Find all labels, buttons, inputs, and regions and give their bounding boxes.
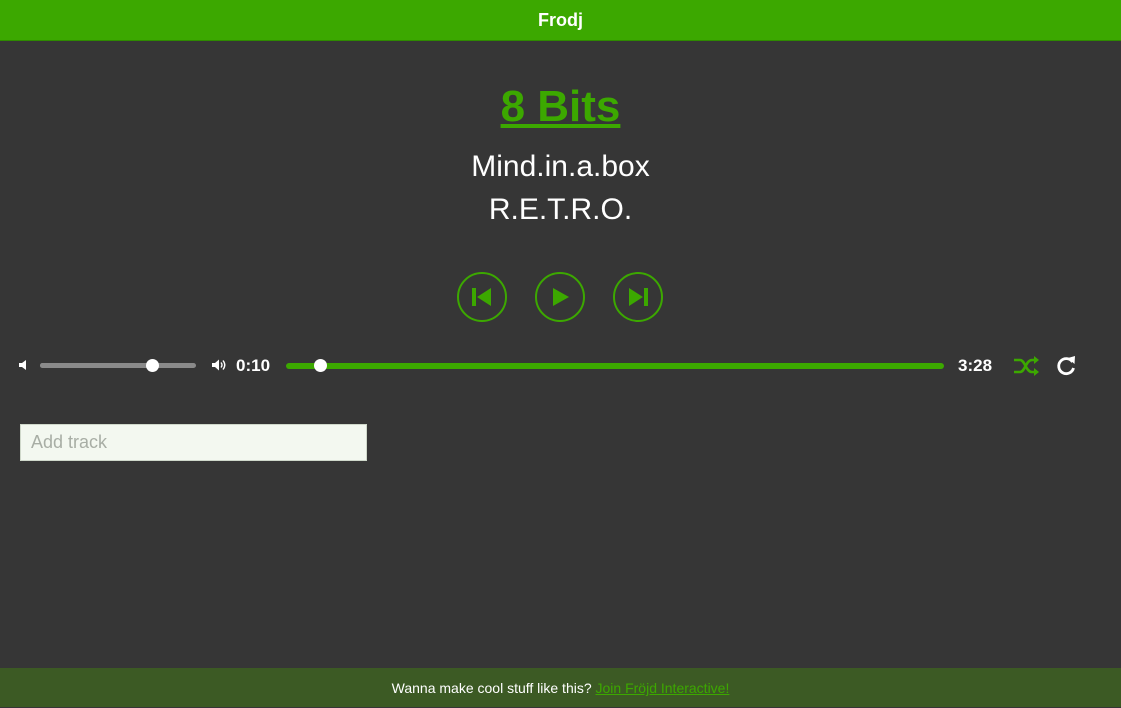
app-header: Frodj <box>0 0 1121 41</box>
footer-text: Wanna make cool stuff like this? <box>391 680 596 696</box>
volume-low-icon[interactable] <box>16 357 32 373</box>
album-name: R.E.T.R.O. <box>488 193 633 226</box>
track-title: 8 Bits <box>0 80 1121 134</box>
next-button[interactable] <box>613 272 663 322</box>
skip-previous-icon <box>472 288 491 306</box>
volume-slider[interactable] <box>40 359 196 372</box>
total-time: 3:28 <box>958 356 993 375</box>
track-title-link[interactable]: 8 Bits <box>501 82 621 131</box>
play-button[interactable] <box>535 272 585 322</box>
join-link[interactable]: Join Fröjd Interactive! <box>596 680 730 696</box>
artist-name: Mind.in.a.box <box>471 150 650 183</box>
previous-button[interactable] <box>457 272 507 322</box>
volume-high-icon[interactable] <box>210 357 228 373</box>
add-track-input[interactable] <box>20 424 367 461</box>
current-time: 0:10 <box>236 356 271 375</box>
play-icon <box>553 288 569 306</box>
volume-slider-handle[interactable] <box>146 359 160 372</box>
progress-bar[interactable] <box>286 359 944 372</box>
footer: Wanna make cool stuff like this? Join Fr… <box>0 668 1121 707</box>
shuffle-icon[interactable] <box>1012 354 1040 378</box>
repeat-icon[interactable] <box>1054 354 1078 378</box>
skip-next-icon <box>629 288 648 306</box>
app-title: Frodj <box>538 10 583 30</box>
volume-fill <box>40 363 153 368</box>
progress-handle[interactable] <box>314 359 328 372</box>
